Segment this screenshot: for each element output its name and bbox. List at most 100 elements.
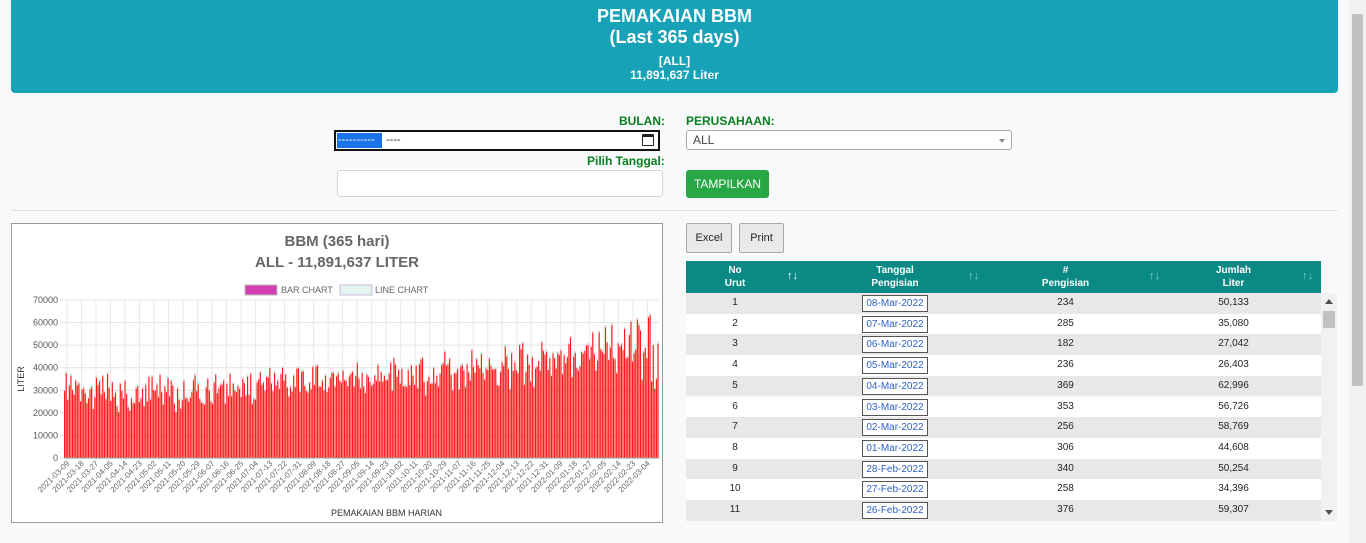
cell-pengisian: 369 (1057, 379, 1074, 391)
chart-bar (563, 354, 565, 458)
sort-asc-icon[interactable]: ↑↓ (787, 270, 798, 282)
bulan-month-input[interactable]: ---------- ---- (334, 130, 660, 151)
month-segment[interactable]: ---------- (337, 133, 382, 148)
chart-bar (654, 388, 656, 458)
col-header-tanggal[interactable]: Tanggal Pengisian (846, 261, 944, 293)
chart-bar (445, 364, 448, 458)
cell-tanggal-link[interactable]: 08-Mar-2022 (862, 295, 928, 312)
chart-bar (372, 383, 374, 458)
perusahaan-select[interactable]: ALL (686, 130, 1012, 150)
chart-point (410, 363, 413, 366)
excel-button[interactable]: Excel (686, 223, 732, 253)
chart-bar (476, 358, 478, 458)
chart-point (185, 396, 189, 399)
chart-bar (569, 336, 572, 458)
chart-bar (224, 402, 226, 458)
chart-bar (122, 397, 125, 458)
chart-point (249, 371, 252, 375)
chart-point (617, 341, 620, 344)
sort-icon[interactable]: ↑↓ (968, 270, 979, 282)
chart-point (109, 398, 112, 402)
chart-bar (480, 353, 483, 458)
chart-point (494, 367, 497, 370)
chart-point (302, 369, 305, 372)
chart-bar (124, 379, 126, 458)
chart-bar (561, 373, 564, 458)
cell-tanggal-link[interactable]: 04-Mar-2022 (862, 377, 928, 395)
chart-point (85, 401, 88, 404)
chart-point (173, 401, 176, 405)
cell-liter: 35,080 (1218, 317, 1249, 329)
chart-bar (102, 375, 104, 458)
chart-point (216, 391, 219, 394)
chart-bar (192, 379, 195, 458)
chart-point (516, 371, 520, 374)
chart-bar (509, 388, 511, 458)
chart-point (149, 397, 152, 400)
chart-point (275, 383, 278, 386)
scroll-up-icon[interactable] (1325, 299, 1333, 304)
chart-point (95, 375, 98, 378)
sort-icon[interactable]: ↑↓ (1302, 270, 1313, 282)
chart-point (243, 381, 246, 384)
sort-icon[interactable]: ↑↓ (1149, 270, 1160, 282)
chart-bar (140, 397, 142, 458)
scroll-down-icon[interactable] (1325, 510, 1333, 515)
chart-point (104, 397, 108, 400)
table-scrollbar[interactable] (1321, 293, 1337, 521)
chart-point (550, 374, 553, 377)
chart-point (588, 357, 591, 360)
chart-point (351, 369, 354, 372)
table-row: 2 07-Mar-2022 285 35,080 (686, 313, 1321, 335)
calendar-icon[interactable] (642, 134, 654, 146)
chart-bar (587, 344, 589, 458)
cell-tanggal-link[interactable]: 01-Mar-2022 (862, 439, 928, 457)
chart-point (529, 379, 532, 382)
chart-bar (528, 363, 530, 458)
chart-point (521, 341, 524, 344)
tampilkan-button[interactable]: TAMPILKAN (686, 170, 769, 198)
cell-no: 7 (732, 421, 738, 433)
cell-tanggal-link[interactable]: 02-Mar-2022 (862, 419, 928, 437)
chart-bar (95, 376, 98, 458)
cell-tanggal-link[interactable]: 27-Feb-2022 (862, 481, 928, 499)
chart-bar (393, 357, 395, 458)
chart-bar (385, 379, 387, 458)
chart-point (206, 376, 209, 379)
chart-point (464, 385, 467, 388)
chart-point (193, 373, 197, 376)
chart-point (235, 390, 238, 393)
chart-bar (617, 342, 619, 458)
cell-tanggal-link[interactable]: 03-Mar-2022 (862, 398, 928, 416)
chart-bar (498, 385, 500, 458)
cell-tanggal-link[interactable]: 07-Mar-2022 (862, 315, 928, 333)
chart-bar (153, 389, 155, 458)
chart-point (386, 378, 389, 381)
chart-point (513, 360, 516, 363)
chart-point (467, 370, 470, 373)
chart-point (287, 394, 291, 397)
col-header-no[interactable]: No Urut (686, 261, 784, 293)
cell-tanggal-link[interactable]: 28-Feb-2022 (862, 460, 928, 478)
chart-bar (309, 381, 311, 458)
col-header-pengisian[interactable]: # Pengisian (1018, 261, 1113, 293)
chart-point (462, 368, 466, 371)
chart-bar (269, 367, 271, 458)
print-button[interactable]: Print (739, 223, 784, 253)
col-header-liter[interactable]: Jumlah Liter (1186, 261, 1281, 293)
page-scrollbar[interactable] (1349, 0, 1366, 543)
chart-bar (119, 382, 121, 458)
page-scrollbar-thumb[interactable] (1352, 14, 1363, 386)
cell-no: 2 (732, 317, 738, 329)
chart-bar (639, 329, 642, 458)
cell-tanggal-link[interactable]: 06-Mar-2022 (862, 336, 928, 354)
year-segment[interactable]: ---- (386, 134, 401, 146)
chart-bar (565, 362, 567, 458)
chart-bar (64, 390, 66, 458)
cell-tanggal-link[interactable]: 05-Mar-2022 (862, 357, 928, 375)
chart-bar (555, 367, 557, 458)
cell-pengisian: 234 (1057, 297, 1074, 308)
table-scrollbar-thumb[interactable] (1323, 311, 1335, 328)
cell-tanggal-link[interactable]: 26-Feb-2022 (862, 502, 928, 519)
tanggal-input[interactable] (337, 170, 663, 197)
